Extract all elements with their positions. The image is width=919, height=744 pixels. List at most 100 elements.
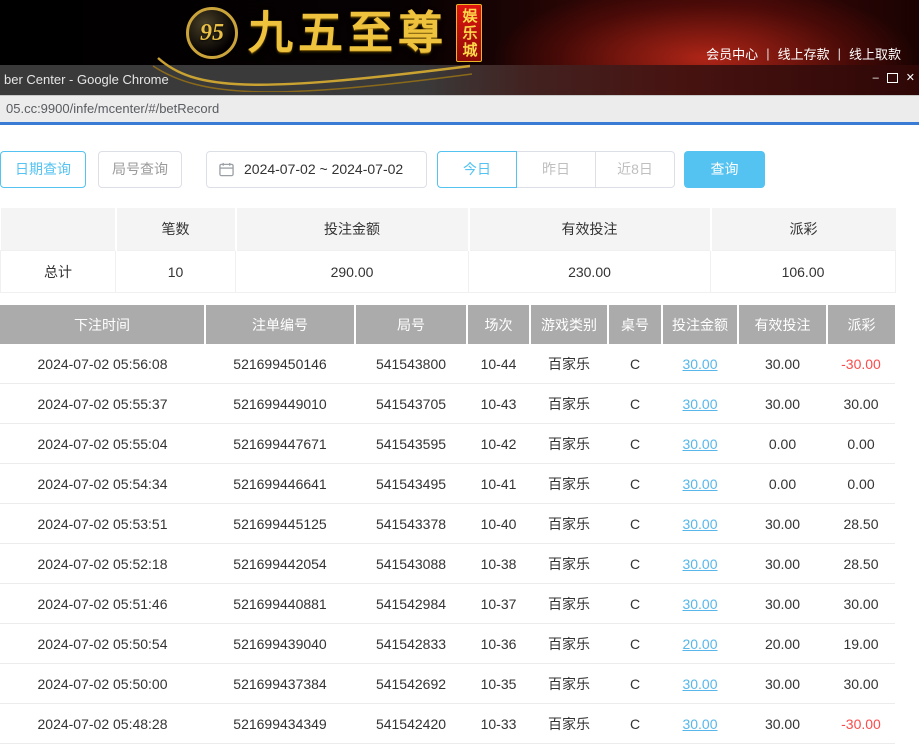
cell-table-no: C <box>608 424 662 464</box>
cell-valid-bet: 30.00 <box>738 664 827 704</box>
cell-session: 10-38 <box>467 544 530 584</box>
cell-payout: 28.50 <box>827 504 895 544</box>
summary-bet-amount-value: 290.00 <box>236 251 469 293</box>
cell-game-type: 百家乐 <box>530 704 608 744</box>
col-header-round-no: 局号 <box>355 305 467 344</box>
cell-session: 10-44 <box>467 344 530 384</box>
cell-valid-bet: 30.00 <box>738 584 827 624</box>
summary-table: 笔数 投注金额 有效投注 派彩 总计 10 290.00 230.00 106.… <box>0 208 896 293</box>
cell-bet-amount[interactable]: 20.00 <box>662 624 738 664</box>
cell-bet-time: 2024-07-02 05:52:18 <box>0 544 205 584</box>
bet-table-header-row: 下注时间 注单编号 局号 场次 游戏类别 桌号 投注金额 有效投注 派彩 <box>0 305 895 344</box>
cell-bet-amount[interactable]: 30.00 <box>662 584 738 624</box>
table-row: 2024-07-02 05:51:46521699440881541542984… <box>0 584 895 624</box>
search-button[interactable]: 查询 <box>684 151 765 188</box>
col-header-game-type: 游戏类别 <box>530 305 608 344</box>
summary-total-label: 总计 <box>1 251 116 293</box>
table-row: 2024-07-02 05:50:54521699439040541542833… <box>0 624 895 664</box>
bet-table-body: 2024-07-02 05:56:08521699450146541543800… <box>0 344 895 744</box>
date-query-tab[interactable]: 日期查询 <box>0 151 86 188</box>
table-row: 2024-07-02 05:52:18521699442054541543088… <box>0 544 895 584</box>
cell-bet-time: 2024-07-02 05:56:08 <box>0 344 205 384</box>
summary-col-payout: 派彩 <box>711 208 896 251</box>
quick-range-group: 今日 昨日 近8日 <box>437 151 675 188</box>
filter-toolbar: 日期查询 局号查询 2024-07-02 ~ 2024-07-02 今日 昨日 … <box>0 150 919 188</box>
cell-game-type: 百家乐 <box>530 384 608 424</box>
cell-session: 10-33 <box>467 704 530 744</box>
table-row: 2024-07-02 05:48:28521699434349541542420… <box>0 704 895 744</box>
cell-bet-amount[interactable]: 30.00 <box>662 464 738 504</box>
col-header-order-no: 注单编号 <box>205 305 355 344</box>
quick-today-button[interactable]: 今日 <box>437 151 517 188</box>
cell-payout: 30.00 <box>827 664 895 704</box>
maximize-icon[interactable] <box>887 73 898 83</box>
cell-valid-bet: 30.00 <box>738 344 827 384</box>
cell-round-no: 541542833 <box>355 624 467 664</box>
cell-session: 10-41 <box>467 464 530 504</box>
url-text: 05.cc:9900/infe/mcenter/#/betRecord <box>0 101 219 116</box>
cell-bet-amount[interactable]: 30.00 <box>662 504 738 544</box>
cell-game-type: 百家乐 <box>530 664 608 704</box>
table-row: 2024-07-02 05:54:34521699446641541543495… <box>0 464 895 504</box>
nav-separator: | <box>838 46 841 61</box>
cell-bet-amount[interactable]: 30.00 <box>662 424 738 464</box>
cell-valid-bet: 30.00 <box>738 504 827 544</box>
date-range-picker[interactable]: 2024-07-02 ~ 2024-07-02 <box>206 151 427 188</box>
cell-table-no: C <box>608 584 662 624</box>
cell-bet-time: 2024-07-02 05:48:28 <box>0 704 205 744</box>
cell-payout: 0.00 <box>827 424 895 464</box>
cell-session: 10-43 <box>467 384 530 424</box>
cell-bet-amount[interactable]: 30.00 <box>662 664 738 704</box>
nav-online-deposit[interactable]: 线上存款 <box>778 44 830 63</box>
quick-last8days-button[interactable]: 近8日 <box>595 151 675 188</box>
banner-nav: 会员中心 | 线上存款 | 线上取款 <box>698 44 909 63</box>
cell-bet-amount[interactable]: 30.00 <box>662 384 738 424</box>
cell-session: 10-35 <box>467 664 530 704</box>
site-banner: 95 九五至尊 娱乐城 会员中心 | 线上存款 | 线上取款 <box>0 0 919 65</box>
close-icon[interactable]: ✕ <box>906 73 915 84</box>
cell-valid-bet: 0.00 <box>738 424 827 464</box>
cell-order-no: 521699437384 <box>205 664 355 704</box>
round-query-tab[interactable]: 局号查询 <box>98 151 182 188</box>
cell-session: 10-40 <box>467 504 530 544</box>
cell-game-type: 百家乐 <box>530 504 608 544</box>
summary-valid-bet-value: 230.00 <box>469 251 711 293</box>
cell-table-no: C <box>608 624 662 664</box>
cell-valid-bet: 30.00 <box>738 704 827 744</box>
minimize-icon[interactable]: – <box>873 73 879 84</box>
cell-order-no: 521699446641 <box>205 464 355 504</box>
summary-col-bet-amount: 投注金额 <box>236 208 469 251</box>
table-row: 2024-07-02 05:55:04521699447671541543595… <box>0 424 895 464</box>
summary-row: 总计 10 290.00 230.00 106.00 <box>1 251 896 293</box>
cell-round-no: 541543495 <box>355 464 467 504</box>
cell-valid-bet: 0.00 <box>738 464 827 504</box>
cell-bet-amount[interactable]: 30.00 <box>662 344 738 384</box>
nav-online-withdraw[interactable]: 线上取款 <box>849 44 901 63</box>
cell-bet-time: 2024-07-02 05:51:46 <box>0 584 205 624</box>
logo-coin-icon: 95 <box>186 7 238 59</box>
top-chrome: 95 九五至尊 娱乐城 会员中心 | 线上存款 | 线上取款 ber Cente… <box>0 0 919 125</box>
cell-table-no: C <box>608 504 662 544</box>
quick-yesterday-button[interactable]: 昨日 <box>516 151 596 188</box>
col-header-bet-time: 下注时间 <box>0 305 205 344</box>
casino-badge: 娱乐城 <box>456 4 482 62</box>
address-bar[interactable]: 05.cc:9900/infe/mcenter/#/betRecord <box>0 95 919 122</box>
cell-bet-time: 2024-07-02 05:55:04 <box>0 424 205 464</box>
cell-round-no: 541542420 <box>355 704 467 744</box>
nav-member-center[interactable]: 会员中心 <box>706 44 758 63</box>
bet-record-page: 日期查询 局号查询 2024-07-02 ~ 2024-07-02 今日 昨日 … <box>0 150 919 744</box>
cell-payout: 19.00 <box>827 624 895 664</box>
table-row: 2024-07-02 05:50:00521699437384541542692… <box>0 664 895 704</box>
cell-table-no: C <box>608 704 662 744</box>
cell-bet-time: 2024-07-02 05:50:54 <box>0 624 205 664</box>
summary-col-count: 笔数 <box>116 208 236 251</box>
cell-payout: 30.00 <box>827 584 895 624</box>
cell-order-no: 521699450146 <box>205 344 355 384</box>
cell-payout: 0.00 <box>827 464 895 504</box>
summary-count-value: 10 <box>116 251 236 293</box>
cell-bet-amount[interactable]: 30.00 <box>662 704 738 744</box>
col-header-session: 场次 <box>467 305 530 344</box>
cell-bet-amount[interactable]: 30.00 <box>662 544 738 584</box>
col-header-table-no: 桌号 <box>608 305 662 344</box>
cell-round-no: 541543595 <box>355 424 467 464</box>
